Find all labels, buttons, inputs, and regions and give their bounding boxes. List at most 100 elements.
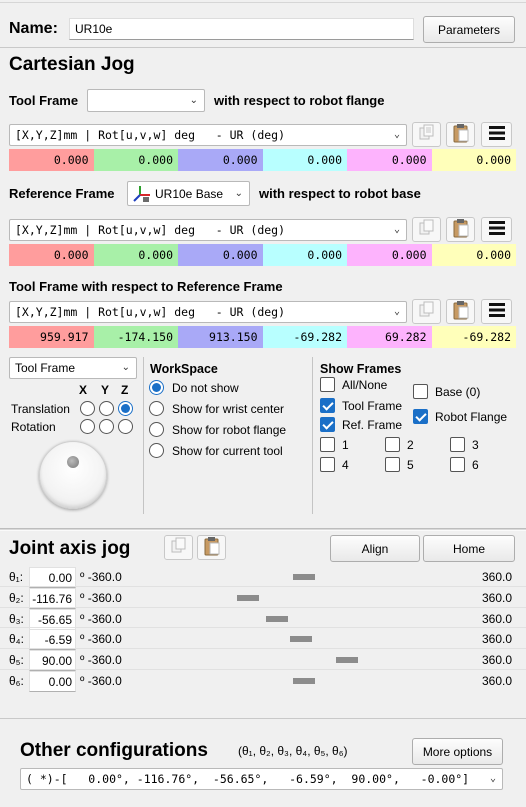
joint-slider[interactable] [132, 610, 476, 628]
splitter-handle[interactable] [0, 528, 526, 531]
copy-button[interactable] [412, 217, 441, 242]
copy-button[interactable] [412, 299, 441, 324]
joint-row-divider [0, 648, 526, 649]
base-checkbox[interactable] [413, 384, 428, 399]
all-none-label: All/None [342, 378, 388, 392]
menu-button[interactable] [481, 299, 512, 324]
copy-button[interactable] [412, 122, 441, 147]
jog-frame-select-value: Tool Frame [15, 361, 76, 375]
joint-slider-handle[interactable] [290, 636, 312, 642]
menu-button[interactable] [481, 217, 512, 242]
joint-slider-handle[interactable] [266, 616, 288, 622]
joint-slider[interactable] [132, 672, 476, 690]
robot-flange-checkbox[interactable] [413, 409, 428, 424]
joint-value-input[interactable]: 90.00 [29, 650, 76, 671]
name-label: Name: [9, 20, 58, 37]
format-combo-3[interactable]: [X,Y,Z]mm | Rot[u,v,w] deg - UR (deg) ⌄ [9, 301, 407, 323]
value-u[interactable]: 0.000 [262, 149, 347, 171]
value-z: 913.150 [178, 326, 263, 348]
value-v: 69.282 [347, 326, 432, 348]
frame-2-checkbox[interactable] [385, 437, 400, 452]
ref-frame-checkbox-label: Ref. Frame [342, 418, 403, 432]
value-w[interactable]: 0.000 [431, 244, 516, 266]
paste-button[interactable] [446, 299, 475, 324]
rotation-label: Rotation [11, 420, 56, 434]
menu-button[interactable] [481, 122, 512, 147]
frame-3-label: 3 [472, 438, 479, 452]
joint-slider-handle[interactable] [237, 595, 259, 601]
joint-max-label: 360.0 [482, 612, 513, 626]
rotation-z-radio[interactable] [118, 419, 133, 434]
tool-frame-checkbox[interactable] [320, 398, 335, 413]
joint-value-input[interactable]: 0.00 [29, 671, 76, 692]
top-divider [0, 2, 526, 3]
value-z[interactable]: 0.000 [178, 244, 263, 266]
reference-frame-select-value: UR10e Base [155, 186, 224, 201]
joint-value-input[interactable]: -6.59 [29, 629, 76, 650]
jog-dial[interactable] [39, 441, 107, 509]
frame-6-label: 6 [472, 458, 479, 472]
translation-z-radio[interactable] [118, 401, 133, 416]
paste-button[interactable] [446, 122, 475, 147]
joint-slider-handle[interactable] [293, 574, 315, 580]
value-v[interactable]: 0.000 [347, 244, 432, 266]
chevron-down-icon: ⌄ [234, 187, 243, 199]
name-input[interactable]: UR10e [69, 18, 414, 40]
tool-frame-select[interactable]: ⌄ [87, 89, 205, 112]
joint-value-input[interactable]: -116.76 [29, 588, 76, 609]
joint-slider-handle[interactable] [336, 657, 358, 663]
rotation-y-radio[interactable] [99, 419, 114, 434]
translation-x-radio[interactable] [80, 401, 95, 416]
workspace-wrist-center-radio[interactable] [149, 401, 164, 416]
frame-5-checkbox[interactable] [385, 457, 400, 472]
value-x[interactable]: 0.000 [9, 149, 94, 171]
rotation-x-radio[interactable] [80, 419, 95, 434]
parameters-button[interactable]: Parameters [423, 16, 515, 43]
value-u[interactable]: 0.000 [262, 244, 347, 266]
reference-frame-label: Reference Frame [9, 186, 115, 201]
chevron-down-icon: ⌄ [189, 94, 198, 106]
joint-slider[interactable] [132, 589, 476, 607]
joint-slider-handle[interactable] [293, 678, 315, 684]
workspace-robot-flange-radio[interactable] [149, 422, 164, 437]
more-options-button[interactable]: More options [412, 738, 503, 765]
paste-joints-button[interactable] [197, 535, 226, 560]
ref-frame-checkbox[interactable] [320, 417, 335, 432]
home-button[interactable]: Home [423, 535, 515, 562]
format-combo-1[interactable]: [X,Y,Z]mm | Rot[u,v,w] deg - UR (deg) ⌄ [9, 124, 407, 146]
frame-4-checkbox[interactable] [320, 457, 335, 472]
frame-1-checkbox[interactable] [320, 437, 335, 452]
divider [0, 47, 526, 48]
joint-label: θ₁: [9, 570, 24, 584]
workspace-do-not-show-radio[interactable] [149, 380, 164, 395]
value-z[interactable]: 0.000 [178, 149, 263, 171]
reference-frame-select[interactable]: UR10e Base ⌄ [127, 181, 250, 206]
joint-slider[interactable] [132, 630, 476, 648]
chevron-down-icon: ⌄ [121, 361, 130, 373]
frame-1-label: 1 [342, 438, 349, 452]
joint-value-input[interactable]: 0.00 [29, 567, 76, 588]
format-combo-2[interactable]: [X,Y,Z]mm | Rot[u,v,w] deg - UR (deg) ⌄ [9, 219, 407, 241]
value-y: -174.150 [93, 326, 178, 348]
value-w[interactable]: 0.000 [431, 149, 516, 171]
frame-6-checkbox[interactable] [450, 457, 465, 472]
translation-y-radio[interactable] [99, 401, 114, 416]
paste-button[interactable] [446, 217, 475, 242]
value-y[interactable]: 0.000 [93, 244, 178, 266]
all-none-checkbox[interactable] [320, 377, 335, 392]
copy-icon [418, 219, 436, 240]
workspace-option-label: Show for wrist center [172, 402, 285, 416]
align-button[interactable]: Align [330, 535, 420, 562]
copy-joints-button[interactable] [164, 535, 193, 560]
joint-max-label: 360.0 [482, 632, 513, 646]
jog-frame-select[interactable]: Tool Frame ⌄ [9, 357, 137, 379]
value-v[interactable]: 0.000 [347, 149, 432, 171]
other-configs-combo[interactable]: ( *)-[ 0.00°, -116.76°, -56.65°, -6.59°,… [20, 768, 503, 790]
workspace-current-tool-radio[interactable] [149, 443, 164, 458]
value-x[interactable]: 0.000 [9, 244, 94, 266]
workspace-option-label: Show for robot flange [172, 423, 287, 437]
value-y[interactable]: 0.000 [93, 149, 178, 171]
frame-3-checkbox[interactable] [450, 437, 465, 452]
joint-slider[interactable] [132, 651, 476, 669]
joint-slider[interactable] [132, 568, 476, 586]
